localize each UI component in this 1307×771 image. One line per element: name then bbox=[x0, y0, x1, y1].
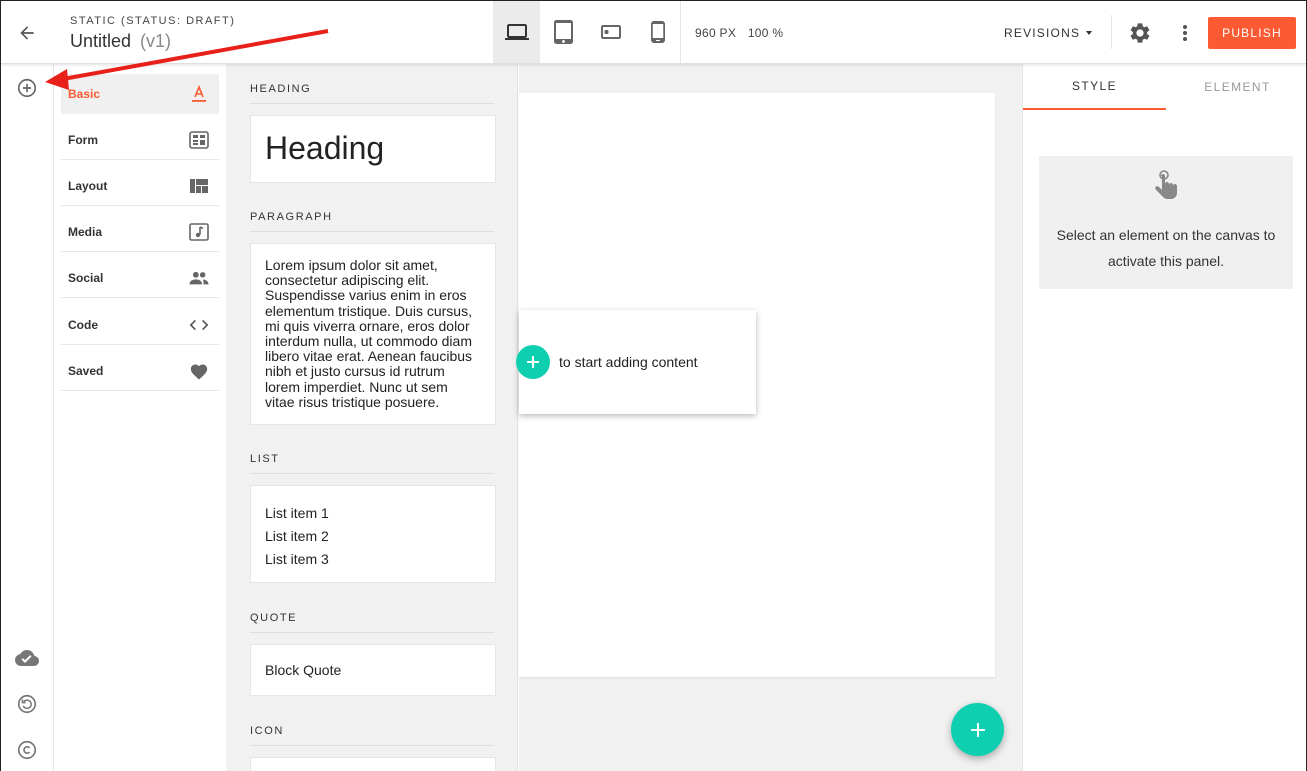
category-code[interactable]: Code bbox=[61, 305, 219, 345]
back-arrow-icon[interactable] bbox=[13, 19, 41, 47]
empty-selection-notice: Select an element on the canvas to activ… bbox=[1039, 156, 1293, 289]
divider bbox=[1111, 15, 1112, 49]
section-label-icon: ICON bbox=[250, 725, 494, 746]
add-content-button[interactable] bbox=[516, 345, 550, 379]
category-layout[interactable]: Layout bbox=[61, 166, 219, 206]
text-format-icon bbox=[189, 84, 209, 104]
form-icon bbox=[189, 130, 209, 150]
more-vertical-icon[interactable] bbox=[1177, 21, 1193, 45]
canvas-size-readout[interactable]: 960 PX 100 % bbox=[695, 26, 783, 40]
category-label: Saved bbox=[68, 363, 104, 378]
layout-icon bbox=[189, 176, 209, 196]
category-saved[interactable]: Saved bbox=[61, 351, 219, 391]
quote-block[interactable]: Block Quote bbox=[250, 644, 496, 696]
category-label: Code bbox=[68, 317, 98, 332]
section-label-heading: HEADING bbox=[250, 83, 494, 104]
category-label: Basic bbox=[68, 87, 101, 101]
tablet-landscape-icon bbox=[600, 25, 621, 39]
list-block[interactable]: List item 1 List item 2 List item 3 bbox=[250, 485, 496, 583]
paragraph-block[interactable]: Lorem ipsum dolor sit amet, consectetur … bbox=[250, 243, 496, 425]
category-label: Social bbox=[68, 270, 104, 285]
heading-block[interactable]: Heading bbox=[250, 115, 496, 183]
properties-panel: STYLE ELEMENT Select an element on the c… bbox=[1022, 64, 1306, 771]
category-social[interactable]: Social bbox=[61, 258, 219, 298]
list-item: List item 1 bbox=[265, 505, 329, 521]
people-icon bbox=[189, 268, 209, 288]
tablet-icon bbox=[553, 20, 573, 44]
category-label: Form bbox=[68, 132, 98, 147]
app-window: STATIC (STATUS: DRAFT) Untitled (v1) 960… bbox=[0, 0, 1307, 771]
plus-icon bbox=[970, 722, 985, 737]
media-icon bbox=[189, 222, 209, 242]
section-label-paragraph: PARAGRAPH bbox=[250, 211, 494, 232]
touch-hand-icon bbox=[1153, 170, 1181, 204]
category-basic[interactable]: Basic bbox=[61, 74, 219, 114]
blocks-panel: HEADING Heading PARAGRAPH Lorem ipsum do… bbox=[226, 64, 518, 771]
list-item: List item 2 bbox=[265, 528, 329, 544]
canvas-zoom: 100 % bbox=[747, 26, 784, 40]
page-status: STATIC (STATUS: DRAFT) bbox=[70, 15, 236, 27]
block-categories: Basic Form Layout Media Social Code Save… bbox=[54, 64, 226, 771]
add-circle-icon[interactable] bbox=[15, 76, 39, 100]
category-form[interactable]: Form bbox=[61, 120, 219, 160]
category-media[interactable]: Media bbox=[61, 212, 219, 252]
page-title[interactable]: Untitled (v1) bbox=[70, 31, 171, 52]
list-item: List item 3 bbox=[265, 551, 329, 567]
category-label: Media bbox=[68, 224, 103, 239]
category-label: Layout bbox=[68, 178, 108, 193]
revisions-dropdown[interactable]: REVISIONS bbox=[1004, 26, 1093, 40]
caret-down-icon bbox=[1086, 31, 1093, 35]
page-version: (v1) bbox=[140, 31, 172, 51]
tool-rail bbox=[1, 64, 54, 771]
plus-icon bbox=[527, 356, 539, 368]
divider bbox=[680, 1, 681, 63]
desktop-view-button[interactable] bbox=[493, 1, 540, 63]
history-icon[interactable] bbox=[15, 692, 39, 716]
device-switcher bbox=[493, 1, 681, 63]
tablet-view-button[interactable] bbox=[540, 1, 587, 63]
canvas-width: 960 PX bbox=[695, 26, 737, 40]
revisions-label: REVISIONS bbox=[1004, 26, 1081, 40]
tablet-landscape-view-button[interactable] bbox=[587, 1, 634, 63]
section-label-list: LIST bbox=[250, 453, 494, 474]
empty-state-text: to start adding content bbox=[559, 354, 698, 370]
page-title-text: Untitled bbox=[70, 31, 132, 51]
cloud-done-icon[interactable] bbox=[15, 646, 39, 670]
section-label-quote: QUOTE bbox=[250, 612, 494, 633]
tab-style[interactable]: STYLE bbox=[1023, 64, 1166, 110]
code-icon bbox=[189, 315, 209, 335]
empty-selection-text: Select an element on the canvas to activ… bbox=[1056, 227, 1276, 269]
phone-icon bbox=[650, 21, 665, 43]
top-bar: STATIC (STATUS: DRAFT) Untitled (v1) 960… bbox=[1, 1, 1306, 64]
canvas-page[interactable]: to start adding content bbox=[516, 93, 995, 677]
heart-icon bbox=[189, 361, 209, 381]
tab-element[interactable]: ELEMENT bbox=[1166, 64, 1306, 110]
gear-icon[interactable] bbox=[1128, 21, 1152, 45]
phone-view-button[interactable] bbox=[634, 1, 681, 63]
icon-block[interactable] bbox=[250, 757, 496, 771]
laptop-icon bbox=[504, 24, 529, 40]
empty-state-hint: to start adding content bbox=[516, 310, 756, 414]
add-block-fab[interactable] bbox=[951, 703, 1004, 756]
copyright-icon[interactable] bbox=[15, 738, 39, 762]
publish-button[interactable]: PUBLISH bbox=[1208, 17, 1296, 49]
canvas-area: to start adding content bbox=[516, 64, 1022, 771]
